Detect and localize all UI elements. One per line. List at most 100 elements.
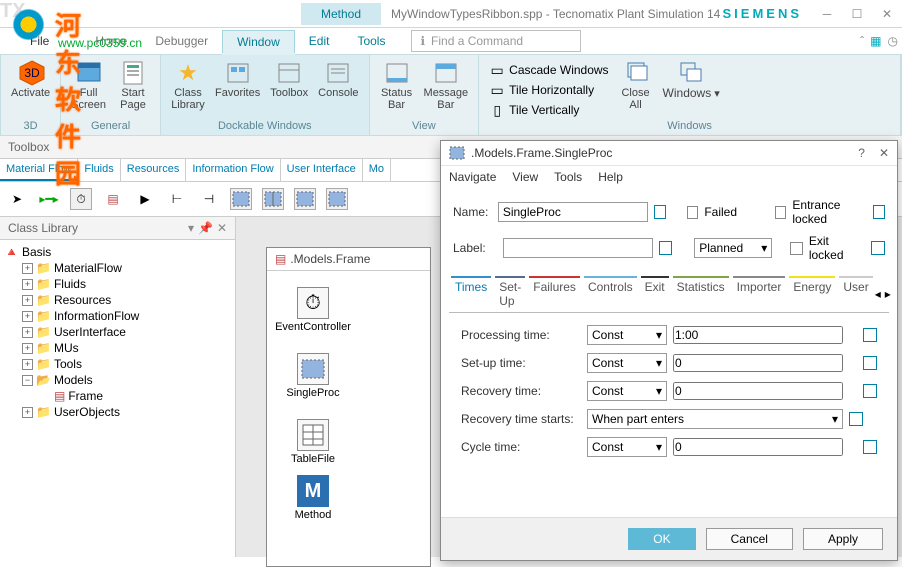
tab-resources[interactable]: Resources — [121, 159, 187, 181]
connector-tool[interactable]: ▸━▸ — [38, 188, 60, 210]
tree-tools[interactable]: +📁Tools — [22, 356, 231, 372]
dlgtab-failures[interactable]: Failures — [527, 276, 582, 312]
apply-button[interactable]: Apply — [803, 528, 883, 550]
tree-userobjects[interactable]: +📁UserObjects — [22, 404, 231, 420]
obj-tablefile[interactable]: TableFile — [283, 419, 343, 465]
status-bar-button[interactable]: Status Bar — [376, 57, 418, 113]
command-search[interactable]: ℹ Find a Command — [411, 30, 581, 52]
tab-fluids[interactable]: Fluids — [78, 159, 120, 181]
console-button[interactable]: Console — [314, 57, 362, 113]
dlgtab-user[interactable]: User — [837, 276, 874, 312]
cancel-button[interactable]: Cancel — [706, 528, 793, 550]
label-inherit-toggle[interactable] — [659, 241, 673, 255]
cycle-value-input[interactable] — [673, 438, 843, 456]
tree-informationflow[interactable]: +📁InformationFlow — [22, 308, 231, 324]
cycle-mode-select[interactable]: Const▾ — [587, 437, 667, 457]
station-tool[interactable]: ⊣ — [198, 188, 220, 210]
close-all-button[interactable]: Close All — [615, 57, 657, 119]
recstart-inherit-toggle[interactable] — [849, 412, 863, 426]
rec-mode-select[interactable]: Const▾ — [587, 381, 667, 401]
menu-navigate[interactable]: Navigate — [449, 170, 496, 184]
favorites-button[interactable]: Favorites — [211, 57, 264, 113]
class-library-button[interactable]: ★ Class Library — [167, 57, 209, 113]
obj-singleproc[interactable]: SingleProc — [283, 353, 343, 399]
tile-horiz-button[interactable]: ▭Tile Horizontally — [485, 81, 612, 99]
tree-root-basis[interactable]: 🔺Basis — [4, 244, 231, 260]
dlgtab-exit[interactable]: Exit — [639, 276, 671, 312]
dlgtab-times[interactable]: Times — [449, 276, 493, 312]
options-icon[interactable]: ◷ — [888, 34, 898, 48]
proc-mode-select[interactable]: Const▾ — [587, 325, 667, 345]
proc-value-input[interactable] — [673, 326, 843, 344]
source-tool[interactable]: ▶ — [134, 188, 156, 210]
minimize-button[interactable]: ─ — [812, 0, 842, 28]
dlgtab-controls[interactable]: Controls — [582, 276, 639, 312]
buffer-tool[interactable] — [326, 188, 348, 210]
obj-method[interactable]: MMethod — [283, 475, 343, 521]
obj-eventcontroller[interactable]: ⏱EventController — [283, 287, 343, 333]
tab-scroll-left[interactable]: ◂ — [875, 287, 881, 301]
planned-select[interactable]: Planned▾ — [694, 238, 772, 258]
toolbox-button[interactable]: Toolbox — [266, 57, 312, 113]
tab-more[interactable]: Mo — [363, 159, 391, 181]
exit-inherit-toggle[interactable] — [871, 241, 885, 255]
tree-resources[interactable]: +📁Resources — [22, 292, 231, 308]
menu-tools[interactable]: Tools — [554, 170, 582, 184]
rec-value-input[interactable] — [673, 382, 843, 400]
singleproc-tool[interactable] — [230, 188, 252, 210]
drain-tool[interactable]: ⊢ — [166, 188, 188, 210]
message-bar-button[interactable]: Message Bar — [420, 57, 473, 113]
tree-userinterface[interactable]: +📁UserInterface — [22, 324, 231, 340]
tree-mus[interactable]: +📁MUs — [22, 340, 231, 356]
tab-scroll-right[interactable]: ▸ — [885, 287, 891, 301]
maximize-button[interactable]: ☐ — [842, 0, 872, 28]
setup-mode-select[interactable]: Const▾ — [587, 353, 667, 373]
close-button[interactable]: ✕ — [872, 0, 902, 28]
dropdown-icon[interactable]: ▾ — [188, 221, 194, 235]
tree-materialflow[interactable]: +📁MaterialFlow — [22, 260, 231, 276]
proc-inherit-toggle[interactable] — [863, 328, 877, 342]
tab-ui[interactable]: User Interface — [281, 159, 363, 181]
ok-button[interactable]: OK — [628, 528, 695, 550]
full-screen-button[interactable]: Full Screen — [67, 57, 110, 113]
dlgtab-stats[interactable]: Statistics — [671, 276, 731, 312]
setup-inherit-toggle[interactable] — [863, 356, 877, 370]
dialog-help-icon[interactable]: ? — [858, 146, 865, 160]
exit-checkbox[interactable] — [790, 242, 803, 255]
windows-button[interactable]: Windows ▾ — [659, 57, 724, 119]
pointer-tool[interactable]: ➤ — [6, 188, 28, 210]
parallelproc-tool[interactable] — [262, 188, 284, 210]
tab-file[interactable]: File — [22, 30, 57, 52]
method-tab[interactable]: Method — [301, 3, 381, 25]
name-inherit-toggle[interactable] — [654, 205, 666, 219]
setup-value-input[interactable] — [673, 354, 843, 372]
menu-view[interactable]: View — [512, 170, 538, 184]
dialog-close-icon[interactable]: ✕ — [879, 146, 889, 160]
tab-info-flow[interactable]: Information Flow — [186, 159, 280, 181]
tab-home[interactable]: Home — [81, 30, 141, 52]
frame-tool[interactable]: ▤ — [102, 188, 124, 210]
eventcontroller-tool[interactable]: ⏱ — [70, 188, 92, 210]
tree-fluids[interactable]: +📁Fluids — [22, 276, 231, 292]
label-input[interactable] — [503, 238, 653, 258]
name-input[interactable] — [498, 202, 648, 222]
cascade-button[interactable]: ▭Cascade Windows — [485, 61, 612, 79]
tab-window[interactable]: Window — [222, 30, 295, 53]
help-icon[interactable]: ▦ — [870, 34, 881, 48]
tab-tools[interactable]: Tools — [343, 30, 399, 52]
entrance-inherit-toggle[interactable] — [873, 205, 885, 219]
failed-checkbox[interactable] — [687, 206, 699, 219]
dlgtab-energy[interactable]: Energy — [787, 276, 837, 312]
tab-material-flow[interactable]: Material Flow — [0, 159, 78, 181]
pin-icon[interactable]: 📌 — [198, 221, 213, 235]
menu-help[interactable]: Help — [598, 170, 623, 184]
rec-inherit-toggle[interactable] — [863, 384, 877, 398]
tree-models[interactable]: −📂Models — [22, 372, 231, 388]
tile-vert-button[interactable]: ▯Tile Vertically — [485, 101, 612, 119]
activate-3d-button[interactable]: 3D Activate — [7, 57, 54, 101]
recstart-select[interactable]: When part enters▾ — [587, 409, 843, 429]
tab-debugger[interactable]: Debugger — [141, 30, 222, 52]
tab-edit[interactable]: Edit — [295, 30, 344, 52]
dlgtab-setup[interactable]: Set-Up — [493, 276, 527, 312]
collapse-ribbon-icon[interactable]: ˆ — [860, 34, 864, 48]
